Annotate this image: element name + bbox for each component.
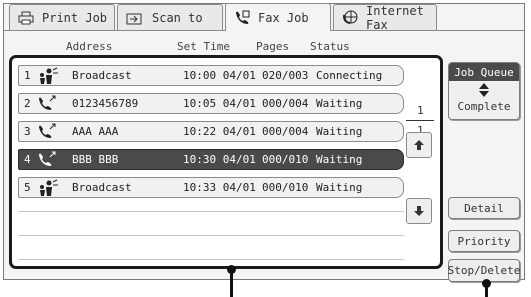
- job-address: AAA AAA: [72, 125, 119, 138]
- job-number: 2: [24, 97, 31, 110]
- job-set-time: 10:30 04/01: [183, 153, 256, 166]
- tab-label: Internet Fax: [366, 3, 424, 32]
- arrow-up-icon: [413, 136, 425, 155]
- job-queue-option[interactable]: Job Queue: [449, 63, 519, 81]
- empty-row-line: [18, 211, 404, 212]
- fax-send-icon: [37, 95, 57, 116]
- job-pages: 000/004: [262, 125, 309, 138]
- job-set-time: 10:00 04/01: [183, 69, 256, 82]
- page-divider: [406, 120, 434, 121]
- job-row[interactable]: 5 Broadcast 10:33 04/01 000/010 Waiting: [18, 177, 404, 198]
- job-status: Waiting: [316, 97, 363, 110]
- tab-internet-fax[interactable]: Internet Fax: [333, 3, 437, 32]
- detail-button[interactable]: Detail: [448, 197, 520, 219]
- scanner-icon: [126, 11, 144, 25]
- job-row[interactable]: 1 Broadcast 10:00 04/01 020/003 Connecti…: [18, 65, 404, 86]
- job-address: Broadcast: [72, 181, 132, 194]
- job-row[interactable]: 2 0123456789 10:05 04/01 000/004 Waiting: [18, 93, 404, 114]
- tab-fax-job[interactable]: Fax Job: [225, 3, 331, 31]
- job-row[interactable]: 3 AAA AAA 10:22 04/01 000/004 Waiting: [18, 121, 404, 142]
- scroll-down-button[interactable]: [406, 198, 432, 224]
- job-pages: 000/004: [262, 97, 309, 110]
- job-pages: 000/010: [262, 153, 309, 166]
- job-number: 3: [24, 125, 31, 138]
- priority-button[interactable]: Priority: [448, 230, 520, 252]
- column-header-pages: Pages: [256, 40, 290, 53]
- job-status: Connecting: [316, 69, 383, 82]
- job-address: 0123456789: [72, 97, 139, 110]
- broadcast-icon: [37, 179, 59, 200]
- job-list: 1 Broadcast 10:00 04/01 020/003 Connecti…: [9, 55, 443, 269]
- job-pages: 000/010: [262, 181, 309, 194]
- empty-row-line: [18, 235, 404, 236]
- job-status: Waiting: [316, 181, 363, 194]
- job-address: BBB BBB: [72, 153, 119, 166]
- fax-send-icon: [37, 123, 57, 144]
- callout-dot: [227, 265, 236, 274]
- tab-label: Scan to: [152, 10, 203, 25]
- page-current: 1: [417, 104, 424, 117]
- job-queue-complete-toggle[interactable]: Job Queue Complete: [448, 62, 520, 120]
- broadcast-icon: [37, 67, 59, 88]
- toggle-arrows-icon: [478, 82, 490, 102]
- arrow-down-icon: [413, 202, 425, 221]
- tab-label: Print Job: [42, 10, 108, 25]
- printer-icon: [18, 11, 34, 25]
- fax-send-icon: [37, 151, 57, 172]
- job-status: Waiting: [316, 153, 363, 166]
- scroll-up-button[interactable]: [406, 132, 432, 158]
- job-row-selected[interactable]: 4 BBB BBB 10:30 04/01 000/010 Waiting: [18, 149, 404, 170]
- tab-label: Fax Job: [258, 10, 309, 25]
- job-number: 1: [24, 69, 31, 82]
- job-status: Waiting: [316, 125, 363, 138]
- job-set-time: 10:05 04/01: [183, 97, 256, 110]
- fax-phone-icon: [234, 10, 250, 26]
- callout-dot: [482, 279, 491, 288]
- job-number: 4: [24, 153, 31, 166]
- job-number: 5: [24, 181, 31, 194]
- job-set-time: 10:22 04/01: [183, 125, 256, 138]
- tab-print-job[interactable]: Print Job: [9, 4, 115, 30]
- empty-row-line: [18, 259, 404, 260]
- complete-option[interactable]: Complete: [449, 100, 519, 113]
- column-header-set-time: Set Time: [177, 40, 230, 53]
- job-address: Broadcast: [72, 69, 132, 82]
- globe-fax-icon: [342, 10, 358, 26]
- tab-scan-to[interactable]: Scan to: [117, 4, 223, 30]
- column-header-status: Status: [310, 40, 350, 53]
- job-pages: 020/003: [262, 69, 309, 82]
- column-header-address: Address: [66, 40, 113, 53]
- job-set-time: 10:33 04/01: [183, 181, 256, 194]
